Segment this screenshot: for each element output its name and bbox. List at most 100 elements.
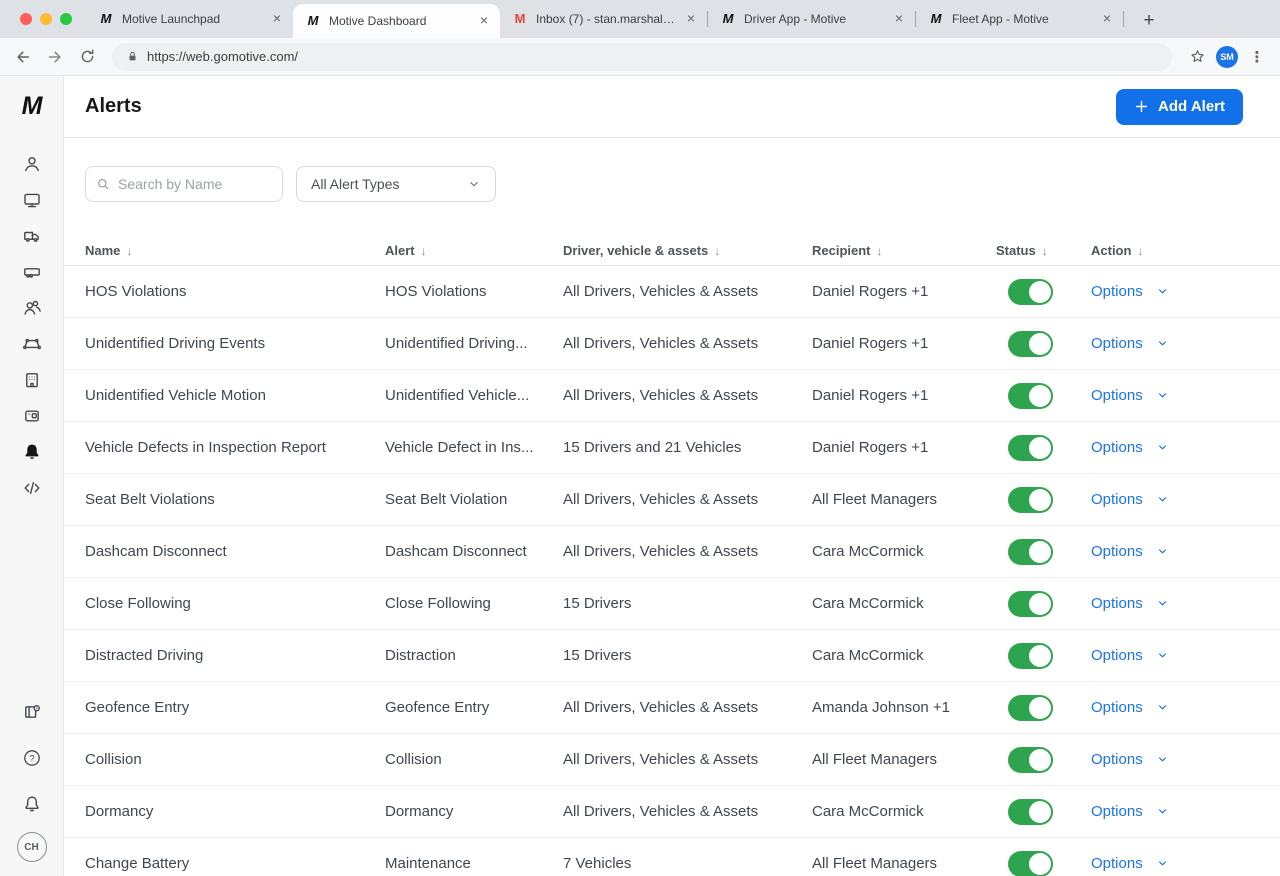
status-toggle[interactable]	[1008, 487, 1053, 513]
tab-close-icon[interactable]: ×	[1099, 11, 1115, 27]
tab-close-icon[interactable]: ×	[269, 11, 285, 27]
add-alert-button[interactable]: Add Alert	[1116, 89, 1243, 125]
status-toggle[interactable]	[1008, 799, 1053, 825]
sidebar-item-developer[interactable]	[14, 470, 50, 506]
reload-button[interactable]	[74, 44, 100, 70]
cell-driver-vehicle-assets: 7 Vehicles	[563, 855, 812, 872]
status-toggle[interactable]	[1008, 383, 1053, 409]
tab-divider	[1123, 11, 1124, 27]
window-zoom-button[interactable]	[60, 13, 72, 25]
options-button[interactable]: Options	[1091, 803, 1169, 820]
options-button[interactable]: Options	[1091, 439, 1169, 456]
sort-icon: ↓	[714, 244, 720, 258]
options-button[interactable]: Options	[1091, 647, 1169, 664]
column-label: Alert	[385, 243, 415, 258]
help-button[interactable]: ?	[14, 740, 50, 776]
column-header-driver-vehicle-assets[interactable]: Driver, vehicle & assets↓	[563, 243, 812, 258]
sidebar-item-users[interactable]	[14, 290, 50, 326]
device-icon	[22, 406, 42, 426]
status-toggle[interactable]	[1008, 539, 1053, 565]
users-icon	[22, 298, 42, 318]
browser-menu-button[interactable]: ⋮	[1244, 44, 1270, 70]
cell-recipient: All Fleet Managers	[812, 491, 996, 508]
column-header-name[interactable]: Name↓	[85, 243, 385, 258]
bookmark-button[interactable]	[1184, 44, 1210, 70]
user-avatar[interactable]: CH	[17, 832, 47, 862]
address-bar[interactable]: https://web.gomotive.com/	[112, 43, 1172, 71]
browser-profile-avatar[interactable]: SM	[1216, 46, 1238, 68]
sort-icon: ↓	[1042, 244, 1048, 258]
lock-icon	[126, 50, 139, 63]
svg-text:?: ?	[29, 753, 34, 764]
tab-motive-dashboard[interactable]: M Motive Dashboard ×	[293, 4, 500, 38]
tab-driver-app[interactable]: M Driver App - Motive ×	[708, 0, 915, 38]
status-toggle[interactable]	[1008, 695, 1053, 721]
forward-button[interactable]	[42, 44, 68, 70]
cell-driver-vehicle-assets: 15 Drivers	[563, 595, 812, 612]
chevron-down-icon	[467, 177, 481, 191]
tab-title: Motive Launchpad	[122, 12, 261, 26]
sidebar-item-dashboard[interactable]	[14, 182, 50, 218]
window-minimize-button[interactable]	[40, 13, 52, 25]
cell-driver-vehicle-assets: 15 Drivers	[563, 647, 812, 664]
options-label: Options	[1091, 647, 1143, 664]
cell-action: Options	[1091, 335, 1280, 352]
window-close-button[interactable]	[20, 13, 32, 25]
table-body: HOS Violations HOS Violations All Driver…	[64, 266, 1280, 876]
options-button[interactable]: Options	[1091, 595, 1169, 612]
status-toggle[interactable]	[1008, 331, 1053, 357]
sidebar-item-drivers[interactable]	[14, 146, 50, 182]
column-header-action[interactable]: Action↓	[1091, 243, 1280, 258]
cell-name: Change Battery	[85, 855, 385, 872]
sidebar-item-geofences[interactable]	[14, 326, 50, 362]
cell-driver-vehicle-assets: All Drivers, Vehicles & Assets	[563, 543, 812, 560]
sidebar-item-organization[interactable]	[14, 362, 50, 398]
options-label: Options	[1091, 491, 1143, 508]
sort-icon: ↓	[421, 244, 427, 258]
options-button[interactable]: Options	[1091, 491, 1169, 508]
search-input[interactable]	[118, 176, 272, 192]
column-header-status[interactable]: Status↓	[996, 243, 1091, 258]
cell-name: Dormancy	[85, 803, 385, 820]
alerts-table: Name↓ Alert ↓ Driver, vehicle & assets↓ R…	[64, 236, 1280, 876]
status-toggle[interactable]	[1008, 591, 1053, 617]
tab-close-icon[interactable]: ×	[476, 13, 492, 29]
alert-type-select[interactable]: All Alert Types	[296, 166, 496, 202]
tab-close-icon[interactable]: ×	[891, 11, 907, 27]
options-button[interactable]: Options	[1091, 283, 1169, 300]
new-tab-button[interactable]: +	[1136, 8, 1162, 34]
options-button[interactable]: Options	[1091, 335, 1169, 352]
status-toggle[interactable]	[1008, 851, 1053, 876]
tab-motive-launchpad[interactable]: M Motive Launchpad ×	[86, 0, 293, 38]
sidebar-item-alerts[interactable]	[14, 434, 50, 470]
options-button[interactable]: Options	[1091, 751, 1169, 768]
options-button[interactable]: Options	[1091, 699, 1169, 716]
cell-alert: HOS Violations	[385, 283, 563, 300]
tab-close-icon[interactable]: ×	[683, 11, 699, 27]
status-toggle[interactable]	[1008, 747, 1053, 773]
options-label: Options	[1091, 595, 1143, 612]
cell-action: Options	[1091, 855, 1280, 872]
back-button[interactable]	[10, 44, 36, 70]
sidebar-item-vehicles[interactable]	[14, 218, 50, 254]
column-header-alert[interactable]: Alert ↓	[385, 243, 563, 258]
help-icon: ?	[22, 748, 42, 768]
status-toggle[interactable]	[1008, 435, 1053, 461]
table-header-row: Name↓ Alert ↓ Driver, vehicle & assets↓ R…	[64, 236, 1280, 266]
filters-bar: All Alert Types	[85, 166, 1280, 202]
tab-fleet-app[interactable]: M Fleet App - Motive ×	[916, 0, 1123, 38]
cell-alert: Unidentified Driving...	[385, 335, 563, 352]
options-button[interactable]: Options	[1091, 387, 1169, 404]
column-header-recipient[interactable]: Recipient↓	[812, 243, 996, 258]
notifications-button[interactable]	[14, 786, 50, 822]
sidebar-item-devices[interactable]	[14, 398, 50, 434]
options-button[interactable]: Options	[1091, 543, 1169, 560]
tab-inbox[interactable]: M Inbox (7) - stan.marshal@trucki ×	[500, 0, 707, 38]
sidebar-item-assets[interactable]	[14, 254, 50, 290]
motive-logo[interactable]: M	[22, 92, 42, 122]
sidebar-item-map-updates[interactable]	[14, 694, 50, 730]
status-toggle[interactable]	[1008, 279, 1053, 305]
options-button[interactable]: Options	[1091, 855, 1169, 872]
options-label: Options	[1091, 751, 1143, 768]
status-toggle[interactable]	[1008, 643, 1053, 669]
